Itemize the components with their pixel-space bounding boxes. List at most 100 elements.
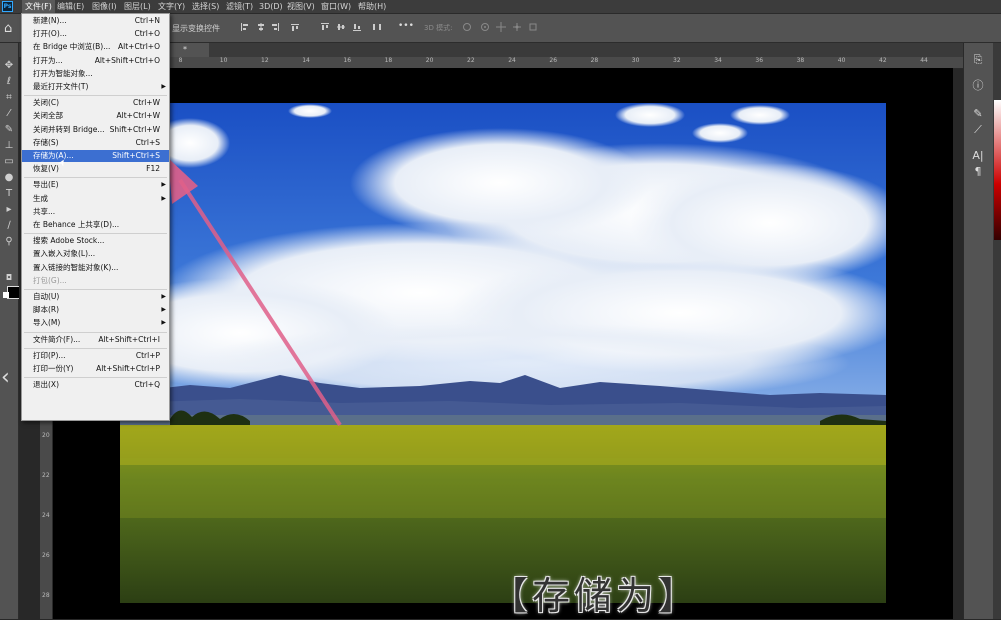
ruler-tick-label: 40 [837,57,846,64]
align-top-icon[interactable] [320,22,330,32]
ruler-tick-label: 20 [425,57,434,64]
submenu-arrow-icon: ▶ [161,194,166,202]
3d-scale-icon[interactable] [528,22,538,32]
file-menu-item[interactable]: 打印(P)... Ctrl+P [22,350,169,362]
clone-stamp-tool-icon[interactable]: ⊥ [3,140,15,152]
brush-settings-icon[interactable]: ⟋ [971,123,985,137]
3d-roll-icon[interactable] [480,22,490,32]
menu-item-label: 在 Bridge 中浏览(B)... [33,42,111,52]
zoom-tool-icon[interactable]: ⚲ [3,236,15,248]
more-options-button[interactable]: ••• [398,21,414,31]
type-tool-icon[interactable]: T [3,188,15,200]
menu-item-label: 打开为... [33,55,63,65]
file-menu-item[interactable]: 新建(N)... Ctrl+N [22,15,169,27]
file-menu-item[interactable]: 文件简介(F)... Alt+Shift+Ctrl+I [22,334,169,346]
menu-item-shortcut: Ctrl+P [135,350,160,360]
menu-view[interactable]: 视图(V) [287,0,315,13]
document-tab[interactable]: * [169,43,209,57]
brush-tool-icon[interactable]: ✎ [3,124,15,136]
3d-orbit-icon[interactable] [462,22,472,32]
file-menu-item[interactable]: 恢复(V) F12 [22,163,169,175]
menu-item-label: 文件简介(F)... [33,334,81,344]
file-menu-item[interactable]: 共享... [22,206,169,218]
file-menu-item[interactable]: 打开为... Alt+Shift+Ctrl+O [22,55,169,67]
menu-bar: Ps 文件(F) 编辑(E) 图像(I) 图层(L) 文字(Y) 选择(S) 滤… [0,0,1001,14]
menu-item-label: 打开(O)... [33,29,67,39]
gradient-tool-icon[interactable]: ▭ [3,156,15,168]
3d-slide-icon[interactable] [512,22,522,32]
eyedropper-tool-icon[interactable]: ⁄ [3,108,15,120]
menu-layer[interactable]: 图层(L) [124,0,151,13]
file-menu-dropdown: 新建(N)... Ctrl+N 打开(O)... Ctrl+O 在 Bridge 中浏览… [21,13,170,421]
align-middle-icon[interactable] [336,22,346,32]
file-menu-item[interactable]: 导入(M) ▶ [22,317,169,329]
menu-item-label: 最近打开文件(T) [33,82,89,91]
move-tool-icon[interactable]: ✥ [3,60,15,72]
path-selection-tool-icon[interactable]: ▸ [3,204,15,216]
menu-select[interactable]: 选择(S) [192,0,219,13]
menu-type[interactable]: 文字(Y) [158,0,185,13]
menu-edit[interactable]: 编辑(E) [57,0,84,13]
file-menu-item[interactable]: 打印一份(Y) Alt+Shift+Ctrl+P [22,363,169,375]
menu-filter[interactable]: 滤镜(T) [226,0,253,13]
file-menu-item[interactable]: 打开为智能对象... [22,68,169,80]
submenu-arrow-icon: ▶ [161,306,166,314]
crop-tool-icon[interactable]: ⌗ [3,92,15,104]
quick-mask-icon[interactable]: ◘ [3,272,15,284]
file-menu-item[interactable]: 退出(X) Ctrl+Q [22,379,169,391]
background-color-swatch[interactable] [3,292,9,298]
file-menu-item[interactable]: 导出(E) ▶ [22,179,169,191]
menu-item-label: 导出(E) [33,180,59,190]
distribute-icon[interactable] [372,22,382,32]
history-panel-icon[interactable]: ⎘ [971,53,985,67]
brush-panel-icon[interactable]: ✎ [971,107,985,121]
ruler-tick-label: 36 [755,57,764,64]
file-menu-item[interactable]: 置入链接的智能对象(K)... [22,262,169,274]
menu-window[interactable]: 窗口(W) [321,0,351,13]
file-menu-item[interactable]: 搜索 Adobe Stock... [22,235,169,247]
ruler-tick-label: 16 [343,57,352,64]
menu-item-label: 生成 [33,193,48,203]
file-menu-item[interactable]: 在 Bridge 中浏览(B)... Alt+Ctrl+O [22,41,169,53]
file-menu-item[interactable]: 存储(S) Ctrl+S [22,137,169,149]
pen-tool-icon[interactable]: ∕ [3,220,15,232]
file-menu-item[interactable]: 最近打开文件(T) ▶ [22,81,169,93]
menu-help[interactable]: 帮助(H) [358,0,386,13]
file-menu-item[interactable]: 关闭全部 Alt+Ctrl+W [22,110,169,122]
color-ramp[interactable] [994,100,1001,240]
character-panel-icon[interactable]: A| [971,149,985,163]
menu-item-shortcut: Shift+Ctrl+W [109,124,160,134]
dodge-tool-icon[interactable]: ● [3,172,15,184]
file-menu-item[interactable]: 打开(O)... Ctrl+O [22,28,169,40]
ruler-tick-label: 24 [508,57,516,64]
home-icon[interactable]: ⌂ [4,21,12,36]
file-menu-item[interactable]: 自动(U) ▶ [22,291,169,303]
file-menu-item[interactable]: 关闭并转到 Bridge... Shift+Ctrl+W [22,124,169,136]
chevron-left-icon[interactable]: ‹ [1,365,10,390]
menu-3d[interactable]: 3D(D) [259,0,283,13]
menu-item-label: 打开为智能对象... [33,68,93,78]
menu-image[interactable]: 图像(I) [92,0,117,13]
landscape-photo [120,103,886,603]
3d-pan-icon[interactable] [496,22,506,32]
paragraph-panel-icon[interactable]: ¶ [971,165,985,179]
align-distribute-icon[interactable] [290,22,300,32]
lasso-tool-icon[interactable]: ℓ [3,76,15,88]
file-menu-item[interactable]: 生成 ▶ [22,193,169,205]
photoshop-app-icon[interactable]: Ps [2,1,13,12]
info-icon[interactable]: ⓘ [971,79,985,93]
align-left-icon[interactable] [240,22,250,32]
file-menu-item[interactable]: 存储为(A)... Shift+Ctrl+S [22,150,169,162]
file-menu-item[interactable]: 在 Behance 上共享(D)... [22,219,169,231]
file-menu-item[interactable]: 脚本(R) ▶ [22,304,169,316]
file-menu-item: 打包(G)... [22,275,169,287]
menu-file[interactable]: 文件(F) [22,0,55,13]
file-menu-item[interactable]: 关闭(C) Ctrl+W [22,97,169,109]
align-right-icon[interactable] [270,22,280,32]
align-center-icon[interactable] [256,22,266,32]
show-transform-controls[interactable]: 显示变换控件 [172,23,220,34]
align-bottom-icon[interactable] [352,22,362,32]
submenu-arrow-icon: ▶ [161,319,166,327]
menu-separator [24,233,167,235]
file-menu-item[interactable]: 置入嵌入对象(L)... [22,248,169,260]
